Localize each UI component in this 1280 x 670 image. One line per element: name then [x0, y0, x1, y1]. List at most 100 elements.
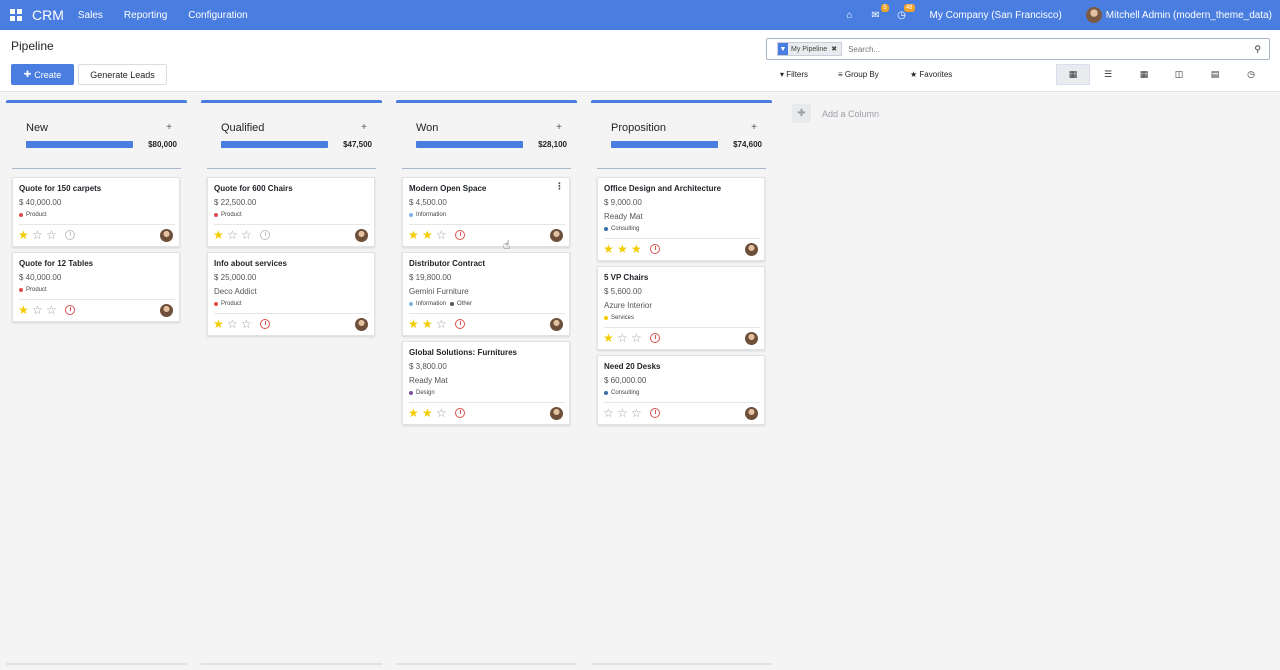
quick-create-icon[interactable]: + [751, 122, 757, 133]
priority-star-icon[interactable]: ☆ [46, 304, 60, 316]
priority-star-icon[interactable]: ☆ [32, 229, 46, 241]
app-brand[interactable]: CRM [32, 7, 64, 23]
priority-star-icon[interactable]: ★ [213, 229, 227, 241]
priority-stars[interactable]: ★ ★ ★ [603, 243, 645, 255]
priority-star-icon[interactable]: ★ [603, 243, 617, 255]
activity-clock-icon[interactable] [650, 408, 660, 418]
search-icon[interactable]: ⚲ [1254, 44, 1261, 55]
column-title[interactable]: New [26, 122, 48, 134]
priority-star-icon[interactable]: ☆ [46, 229, 60, 241]
priority-stars[interactable]: ★ ☆ ☆ [213, 229, 255, 241]
priority-star-icon[interactable]: ★ [213, 318, 227, 330]
priority-stars[interactable]: ☆ ☆ ☆ [603, 407, 645, 419]
priority-star-icon[interactable]: ★ [631, 243, 645, 255]
priority-star-icon[interactable]: ★ [422, 318, 436, 330]
activity-clock-icon[interactable] [260, 319, 270, 329]
column-title[interactable]: Qualified [221, 122, 264, 134]
graph-view-icon[interactable]: ▤ [1198, 64, 1232, 85]
kanban-card[interactable]: Distributor Contract $ 19,800.00 Gemini Fu… [402, 252, 570, 336]
salesperson-avatar[interactable] [550, 407, 563, 420]
salesperson-avatar[interactable] [745, 407, 758, 420]
activity-clock-icon[interactable] [65, 305, 75, 315]
salesperson-avatar[interactable] [355, 318, 368, 331]
column-progress-bar[interactable] [221, 141, 328, 148]
kanban-card[interactable]: Need 20 Desks $ 60,000.00 Consulting ☆ ☆ ☆ [597, 355, 765, 425]
create-button[interactable]: ✚ Create [11, 64, 74, 85]
priority-star-icon[interactable]: ★ [408, 318, 422, 330]
search-input[interactable] [848, 44, 1269, 54]
priority-star-icon[interactable]: ☆ [436, 229, 450, 241]
priority-star-icon[interactable]: ★ [603, 332, 617, 344]
salesperson-avatar[interactable] [355, 229, 368, 242]
kanban-card[interactable]: Office Design and Architecture $ 9,000.00… [597, 177, 765, 261]
priority-star-icon[interactable]: ☆ [227, 318, 241, 330]
priority-star-icon[interactable]: ☆ [241, 318, 255, 330]
search-bar[interactable]: ▼ My Pipeline ✖ ⚲ [766, 38, 1270, 60]
priority-stars[interactable]: ★ ☆ ☆ [18, 304, 60, 316]
priority-stars[interactable]: ★ ★ ☆ [408, 229, 450, 241]
menu-sales[interactable]: Sales [78, 10, 103, 21]
groupby-button[interactable]: ≡ Group By [838, 70, 879, 79]
messages-icon[interactable]: ✉ 5 [870, 3, 889, 21]
column-progress-bar[interactable] [611, 141, 718, 148]
menu-configuration[interactable]: Configuration [188, 10, 247, 21]
favorites-button[interactable]: ★ Favorites [910, 70, 952, 79]
priority-star-icon[interactable]: ☆ [617, 332, 631, 344]
generate-leads-button[interactable]: Generate Leads [78, 64, 167, 85]
priority-star-icon[interactable]: ☆ [631, 407, 645, 419]
priority-star-icon[interactable]: ☆ [631, 332, 645, 344]
kanban-card[interactable]: Quote for 12 Tables $ 40,000.00 Product ★ ☆ ☆ [12, 252, 180, 322]
activity-clock-icon[interactable] [260, 230, 270, 240]
priority-star-icon[interactable]: ★ [408, 229, 422, 241]
home-icon[interactable]: ⌂ [844, 10, 856, 21]
priority-star-icon[interactable]: ★ [617, 243, 631, 255]
add-column-button[interactable]: ✚ Add a Column [792, 104, 879, 123]
priority-star-icon[interactable]: ☆ [603, 407, 617, 419]
activities-icon[interactable]: ◷ 48 [896, 3, 915, 21]
priority-stars[interactable]: ★ ★ ☆ [408, 318, 450, 330]
kanban-card[interactable]: Quote for 600 Chairs $ 22,500.00 Product ★ ☆… [207, 177, 375, 247]
user-avatar[interactable] [1085, 7, 1102, 23]
priority-stars[interactable]: ★ ☆ ☆ [18, 229, 60, 241]
priority-star-icon[interactable]: ★ [18, 229, 32, 241]
activity-clock-icon[interactable] [455, 319, 465, 329]
activity-clock-icon[interactable] [455, 230, 465, 240]
list-view-icon[interactable]: ☰ [1091, 64, 1125, 85]
priority-star-icon[interactable]: ☆ [436, 318, 450, 330]
filters-button[interactable]: ▾ Filters [780, 70, 808, 79]
kanban-card[interactable]: Global Solutions: Furnitures $ 3,800.00 Re… [402, 341, 570, 425]
priority-star-icon[interactable]: ☆ [436, 407, 450, 419]
priority-star-icon[interactable]: ☆ [227, 229, 241, 241]
salesperson-avatar[interactable] [745, 243, 758, 256]
user-menu[interactable]: Mitchell Admin (modern_theme_data) [1106, 10, 1272, 21]
column-progress-bar[interactable] [416, 141, 523, 148]
activity-clock-icon[interactable] [65, 230, 75, 240]
salesperson-avatar[interactable] [160, 304, 173, 317]
quick-create-icon[interactable]: + [556, 122, 562, 133]
salesperson-avatar[interactable] [550, 229, 563, 242]
remove-facet-icon[interactable]: ✖ [831, 45, 837, 53]
priority-star-icon[interactable]: ★ [422, 407, 436, 419]
priority-star-icon[interactable]: ★ [408, 407, 422, 419]
pivot-view-icon[interactable]: ◫ [1162, 64, 1196, 85]
priority-stars[interactable]: ★ ☆ ☆ [213, 318, 255, 330]
menu-reporting[interactable]: Reporting [124, 10, 167, 21]
salesperson-avatar[interactable] [550, 318, 563, 331]
kanban-card[interactable]: Info about services $ 25,000.00 Deco Addic… [207, 252, 375, 336]
activity-clock-icon[interactable] [650, 333, 660, 343]
kanban-card[interactable]: Quote for 150 carpets $ 40,000.00 Product ★… [12, 177, 180, 247]
kanban-card[interactable]: 5 VP Chairs $ 5,600.00 Azure Interior Servi… [597, 266, 765, 350]
column-title[interactable]: Won [416, 122, 438, 134]
column-progress-bar[interactable] [26, 141, 133, 148]
salesperson-avatar[interactable] [745, 332, 758, 345]
priority-stars[interactable]: ★ ☆ ☆ [603, 332, 645, 344]
search-facet[interactable]: ▼ My Pipeline ✖ [777, 42, 843, 56]
calendar-view-icon[interactable]: ▦ [1127, 64, 1161, 85]
quick-create-icon[interactable]: + [361, 122, 367, 133]
company-switcher[interactable]: My Company (San Francisco) [930, 10, 1062, 21]
priority-star-icon[interactable]: ★ [18, 304, 32, 316]
apps-menu-icon[interactable] [10, 9, 22, 21]
quick-create-icon[interactable]: + [166, 122, 172, 133]
priority-star-icon[interactable]: ★ [422, 229, 436, 241]
priority-stars[interactable]: ★ ★ ☆ [408, 407, 450, 419]
